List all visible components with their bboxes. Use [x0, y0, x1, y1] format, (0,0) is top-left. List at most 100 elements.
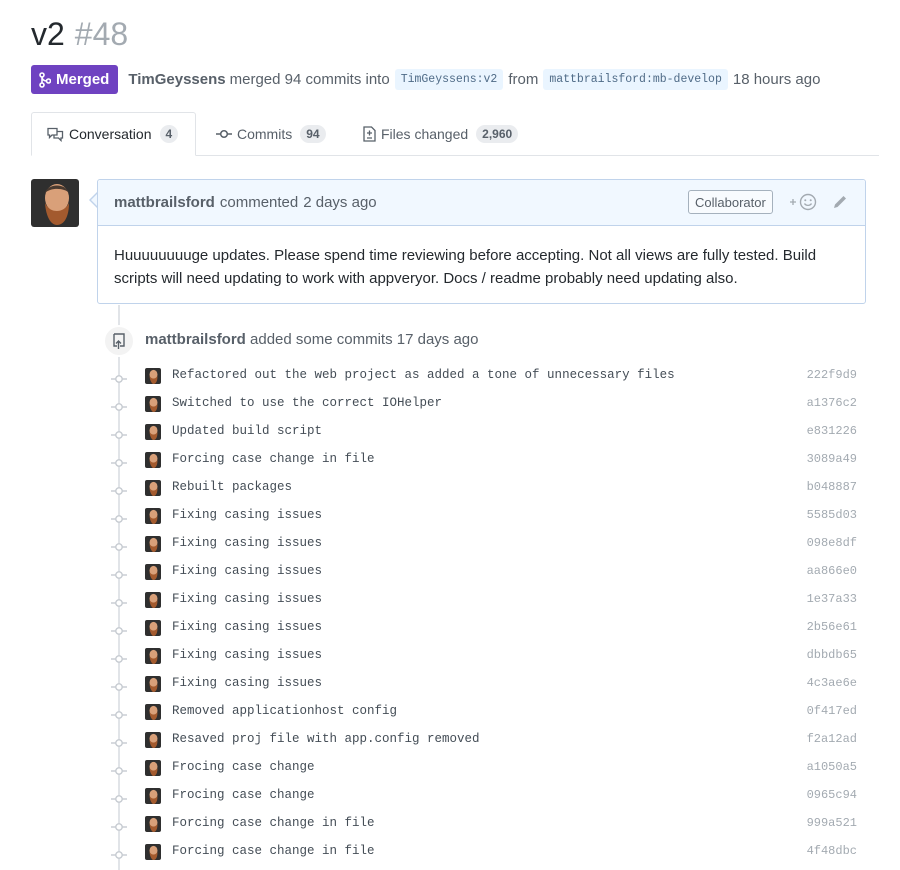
add-reaction-icon[interactable]: [788, 193, 818, 211]
commit-sha-link[interactable]: 1e37a33: [807, 592, 857, 606]
state-label: Merged: [56, 71, 110, 88]
commit-sha-link[interactable]: 222f9d9: [807, 368, 857, 382]
commit-sha-link[interactable]: aa866e0: [807, 564, 857, 578]
commit-row: Frocing case change 0965c94: [106, 782, 866, 810]
tab-label: Files changed: [381, 125, 469, 142]
commit-message-link[interactable]: Forcing case change in file: [172, 452, 375, 466]
commit-message-link[interactable]: Fixing casing issues: [172, 648, 322, 662]
commit-author-avatar[interactable]: [145, 480, 161, 496]
commit-sha-link[interactable]: a1376c2: [807, 396, 857, 410]
file-diff-icon: [363, 125, 376, 142]
tab-files-changed[interactable]: Files changed 2,960: [363, 112, 519, 155]
git-commit-icon: [111, 679, 127, 691]
commit-sha-link[interactable]: 5585d03: [807, 508, 857, 522]
commit-row: Updated build script e831226: [106, 418, 866, 446]
commit-message-link[interactable]: Fixing casing issues: [172, 564, 322, 578]
commit-row: Switched to use the correct IOHelper a137…: [106, 390, 866, 418]
tab-label: Conversation: [69, 126, 152, 142]
git-commit-icon: [111, 707, 127, 719]
commit-author-avatar[interactable]: [145, 396, 161, 412]
commit-author-avatar[interactable]: [145, 368, 161, 384]
commit-author-avatar[interactable]: [145, 620, 161, 636]
comment-action: commented: [219, 194, 299, 211]
commit-sha-link[interactable]: 999a521: [807, 816, 857, 830]
commit-message-link[interactable]: Forcing case change in file: [172, 844, 375, 858]
git-commit-icon: [216, 129, 232, 139]
base-branch[interactable]: TimGeyssens:v2: [394, 69, 504, 90]
tab-label: Commits: [237, 125, 293, 142]
commit-sha-link[interactable]: b048887: [807, 480, 857, 494]
event-author-link[interactable]: mattbrailsford: [145, 331, 246, 348]
commit-sha-link[interactable]: 0f417ed: [807, 704, 857, 718]
commit-row: Fixing casing issues 1e37a33: [106, 586, 866, 614]
commit-author-avatar[interactable]: [145, 592, 161, 608]
commit-row: Fixing casing issues 098e8df: [106, 530, 866, 558]
tab-commits[interactable]: Commits 94: [216, 112, 326, 155]
git-commit-icon: [111, 483, 127, 495]
commit-row: Forcing case change in file 4f48dbc: [106, 838, 866, 866]
commit-message-link[interactable]: Refactored out the web project as added …: [172, 368, 675, 382]
pr-title: v2: [31, 16, 65, 52]
git-commit-icon: [111, 455, 127, 467]
commit-sha-link[interactable]: e831226: [807, 424, 857, 438]
commit-message-link[interactable]: Fixing casing issues: [172, 592, 322, 606]
commit-message-link[interactable]: Frocing case change: [172, 760, 315, 774]
commit-author-avatar[interactable]: [145, 536, 161, 552]
pr-merger-link[interactable]: TimGeyssens: [128, 71, 225, 88]
commit-sha-link[interactable]: 2b56e61: [807, 620, 857, 634]
head-branch[interactable]: mattbrailsford:mb-develop: [543, 69, 728, 90]
comment-body: Huuuuuuuuge updates. Please spend time r…: [114, 247, 817, 287]
commit-sha-link[interactable]: 098e8df: [807, 536, 857, 550]
commit-sha-link[interactable]: a1050a5: [807, 760, 857, 774]
commit-sha-link[interactable]: dbbdb65: [807, 648, 857, 662]
comment-time[interactable]: 2 days ago: [303, 194, 376, 211]
from-text: from: [508, 71, 539, 88]
commit-message-link[interactable]: Resaved proj file with app.config remove…: [172, 732, 480, 746]
commit-sha-link[interactable]: 4f48dbc: [807, 844, 857, 858]
commit-sha-link[interactable]: f2a12ad: [807, 732, 857, 746]
commit-author-avatar[interactable]: [145, 564, 161, 580]
commit-row: Fixing casing issues 5585d03: [106, 502, 866, 530]
comment-author-avatar[interactable]: [31, 179, 79, 227]
comment-discussion-icon: [47, 127, 64, 142]
commit-author-avatar[interactable]: [145, 648, 161, 664]
commit-message-link[interactable]: Fixing casing issues: [172, 508, 322, 522]
commit-row: Rebuilt packages b048887: [106, 474, 866, 502]
commit-message-link[interactable]: Rebuilt packages: [172, 480, 292, 494]
commit-row: Fixing casing issues dbbdb65: [106, 642, 866, 670]
commit-author-avatar[interactable]: [145, 676, 161, 692]
tab-conversation[interactable]: Conversation 4: [31, 112, 196, 156]
commit-message-link[interactable]: Frocing case change: [172, 788, 315, 802]
commit-author-avatar[interactable]: [145, 844, 161, 860]
commit-sha-link[interactable]: 3089a49: [807, 452, 857, 466]
commit-author-avatar[interactable]: [145, 452, 161, 468]
commit-message-link[interactable]: Fixing casing issues: [172, 676, 322, 690]
git-commit-icon: [111, 595, 127, 607]
commit-author-avatar[interactable]: [145, 760, 161, 776]
commit-sha-link[interactable]: 0965c94: [807, 788, 857, 802]
commit-message-link[interactable]: Removed applicationhost config: [172, 704, 397, 718]
collaborator-badge: Collaborator: [688, 190, 773, 214]
commit-message-link[interactable]: Switched to use the correct IOHelper: [172, 396, 442, 410]
commit-author-avatar[interactable]: [145, 732, 161, 748]
commit-author-avatar[interactable]: [145, 424, 161, 440]
commit-row: Fixing casing issues 4c3ae6e: [106, 670, 866, 698]
git-commit-icon: [111, 847, 127, 859]
commit-author-avatar[interactable]: [145, 508, 161, 524]
merged-state-badge: Merged: [31, 65, 119, 94]
commit-message-link[interactable]: Fixing casing issues: [172, 536, 322, 550]
git-commit-icon: [111, 427, 127, 439]
commit-sha-link[interactable]: 4c3ae6e: [807, 676, 857, 690]
commit-author-avatar[interactable]: [145, 816, 161, 832]
git-commit-icon: [111, 735, 127, 747]
event-time[interactable]: 17 days ago: [397, 331, 479, 348]
git-commit-icon: [111, 399, 127, 411]
commit-message-link[interactable]: Forcing case change in file: [172, 816, 375, 830]
pencil-icon[interactable]: [832, 194, 848, 214]
commit-message-link[interactable]: Updated build script: [172, 424, 322, 438]
comment-author-link[interactable]: mattbrailsford: [114, 194, 215, 211]
commit-author-avatar[interactable]: [145, 788, 161, 804]
pr-action-text: merged 94 commits into: [229, 71, 390, 88]
commit-author-avatar[interactable]: [145, 704, 161, 720]
commit-message-link[interactable]: Fixing casing issues: [172, 620, 322, 634]
